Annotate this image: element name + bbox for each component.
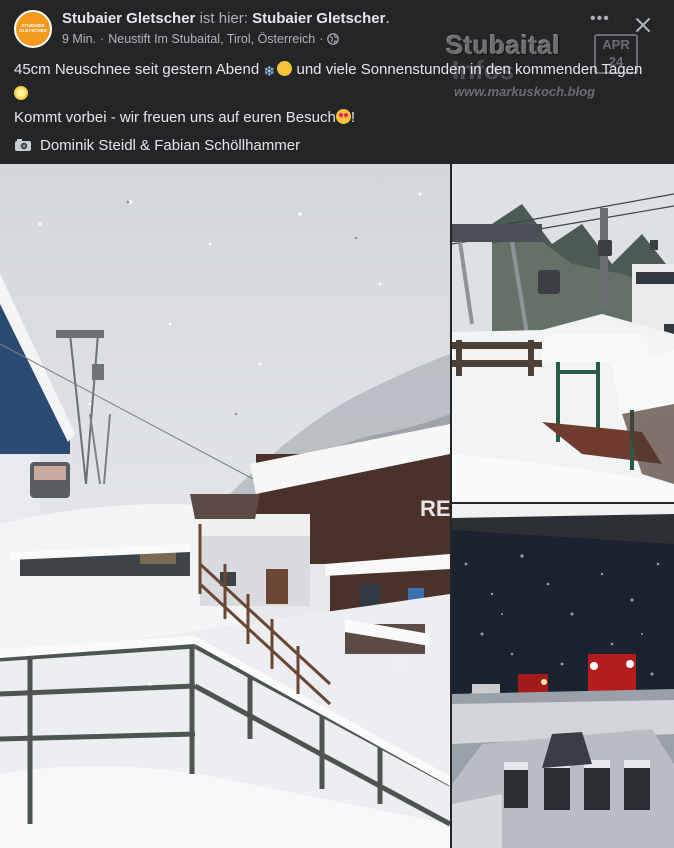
title-period: . <box>385 10 390 27</box>
meta-separator-2: · <box>319 32 324 46</box>
photo-cable-car-terrace[interactable] <box>452 164 674 502</box>
photo-credit: Dominik Steidl & Fabian Schöllhammer <box>40 137 301 154</box>
avatar-logo-text: STUBAIER GLETSCHER <box>19 23 47 33</box>
sun-icon <box>14 86 28 100</box>
more-icon: ••• <box>590 10 610 27</box>
is-here-text: ist hier: <box>199 10 248 27</box>
post-text-line-2: Kommt vorbei - wir freuen uns auf euren … <box>14 106 654 130</box>
photo-ski-station[interactable]: RE <box>0 164 450 848</box>
photo-grid: RE <box>0 164 674 848</box>
post-meta: 9 Min. · Neustift Im Stubaital, Tirol, Ö… <box>62 32 340 46</box>
more-options-button[interactable]: ••• <box>590 11 612 30</box>
page-avatar[interactable]: STUBAIER GLETSCHER <box>14 10 52 48</box>
post-text-sun: und viele Sonnenstunden in den kommenden… <box>296 61 643 78</box>
post-text-snow: 45cm Neuschnee seit gestern Abend <box>14 61 260 78</box>
post-text-invite: Kommt vorbei - wir freuen uns auf euren … <box>14 109 336 126</box>
post-place: Neustift Im Stubaital, Tirol, Österreich <box>108 32 316 46</box>
post-text-exclaim: ! <box>350 109 355 126</box>
photo-snow-groomer-night[interactable] <box>452 504 674 848</box>
heart-eyes-icon <box>335 109 351 124</box>
page-name-link[interactable]: Stubaier Gletscher <box>62 10 195 27</box>
camera-icon <box>15 139 31 151</box>
watermark-title: Stubaital <box>446 30 561 60</box>
location-link[interactable]: Stubaier Gletscher <box>252 10 385 27</box>
post-text-line-1b <box>14 82 654 106</box>
globe-icon[interactable] <box>327 33 340 45</box>
meta-separator: · <box>100 32 105 46</box>
post-text-line-1: 45cm Neuschnee seit gestern Abend ❄ und … <box>14 58 654 82</box>
watermark-date-month: APR <box>602 37 630 52</box>
snowflake-icon: ❄ <box>263 63 276 79</box>
post-text-line-3: Dominik Steidl & Fabian Schöllhammer <box>14 134 654 158</box>
hot-face-icon <box>277 61 293 76</box>
post-time[interactable]: 9 Min. <box>62 32 96 46</box>
post-text: 45cm Neuschnee seit gestern Abend ❄ und … <box>14 58 654 158</box>
facebook-post: STUBAIER GLETSCHER Stubaier Gletscher is… <box>0 0 674 848</box>
building-sign: RE <box>420 496 450 521</box>
header-title: Stubaier Gletscher ist hier: Stubaier Gl… <box>62 10 390 27</box>
